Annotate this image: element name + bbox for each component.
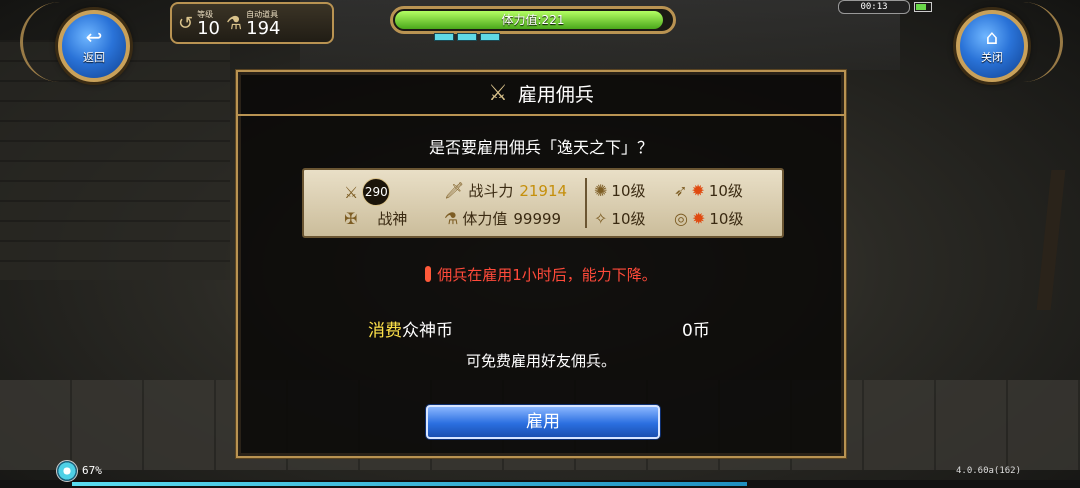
friend-note: 可免费雇用好友佣兵。 <box>465 352 616 370</box>
mercenary-icon: ⚔ <box>488 80 508 106</box>
hire-warning: 佣兵在雇用1小时后，能力下降。 <box>238 264 844 285</box>
burst-skill-icon: ✹ <box>691 209 706 228</box>
wing-skill-icon: ➶ <box>674 181 688 200</box>
sub-gauge-segment <box>457 33 477 41</box>
power-label: 战斗力 <box>468 182 514 200</box>
hp-row: ⚗ 体力值 99999 <box>444 208 561 229</box>
close-button-label: 关闭 <box>981 51 1003 64</box>
mercenary-level: 290 <box>362 178 391 206</box>
stamina-text: 体力值:221 <box>501 13 565 27</box>
warning-icon <box>425 266 432 282</box>
sword-icon: 🗡 <box>444 181 465 200</box>
cost-label: 消费众神币 <box>368 316 453 341</box>
mercenary-skills: ✺ 10级 ➶ ✹ 10级 ✧ 10级 ◎ ✹ 10级 <box>592 170 782 236</box>
mercenary-stats: ⚔ 290 ✠ 战神 🗡 战斗力 21914 ⚗ 体力值 99999 <box>304 170 584 236</box>
skill-item: ✧ 10级 <box>594 208 646 229</box>
hp-potion-icon: ⚗ <box>444 209 459 228</box>
skill-item: ✺ 10级 <box>594 180 646 201</box>
skill-item: ◎ ✹ 10级 <box>674 208 743 229</box>
dialog-title-bar: ⚔ 雇用佣兵 <box>238 72 844 116</box>
player-stats: ↺ 等级 10 ⚗ 自动道具 194 <box>170 2 334 44</box>
level-stat: ↺ 等级 10 <box>178 9 220 38</box>
class-weapon-icon: ⚔ <box>344 182 359 202</box>
hp-value: 99999 <box>513 209 562 228</box>
exp-fill <box>72 482 748 486</box>
mercenary-info-panel: ⚔ 290 ✠ 战神 🗡 战斗力 21914 ⚗ 体力值 99999 ✺ 10级 <box>302 168 784 238</box>
warning-text: 佣兵在雇用1小时后，能力下降。 <box>437 266 657 284</box>
back-button[interactable]: ↩ 返回 <box>58 10 130 82</box>
sub-gauge <box>434 33 500 41</box>
back-arrow-icon: ↩ <box>85 25 103 49</box>
sub-gauge-segment <box>434 33 454 41</box>
sparkle-skill-icon: ✧ <box>594 209 608 228</box>
progress-icon <box>56 460 78 482</box>
power-value: 21914 <box>519 181 568 200</box>
version-text: 4.0.60a(162) <box>956 466 1022 476</box>
class-row: ✠ 战神 <box>344 208 407 229</box>
back-button-label: 返回 <box>83 51 105 64</box>
wind-skill-icon: ✺ <box>594 181 608 200</box>
class-emblem-icon: ✠ <box>344 209 358 228</box>
cost-value: 0币 <box>682 321 710 341</box>
stamina-bar: 体力值:221 <box>390 6 676 34</box>
hp-label: 体力值 <box>462 210 508 228</box>
mercenary-class: 战神 <box>377 210 408 228</box>
background-post <box>1036 170 1066 310</box>
exp-bar <box>0 480 1080 488</box>
skill-level: 10级 <box>611 182 646 200</box>
items-value: 194 <box>246 17 281 39</box>
skill-level: 10级 <box>708 182 743 200</box>
progress-text: 67% <box>82 464 102 477</box>
hire-question: 是否要雇用佣兵「逸天之下」？ <box>428 138 653 157</box>
hire-button[interactable]: 雇用 <box>426 405 660 439</box>
items-stat: ⚗ 自动道具 194 <box>226 9 281 38</box>
close-button[interactable]: ⌂ 关闭 <box>956 10 1028 82</box>
info-divider <box>585 178 587 228</box>
power-row: 🗡 战斗力 21914 <box>444 180 567 201</box>
skill-item: ➶ ✹ 10级 <box>674 180 743 201</box>
clock: 00:13 <box>838 0 910 14</box>
potion-icon: ⚗ <box>226 12 243 34</box>
skill-level: 10级 <box>709 210 744 228</box>
swirl-skill-icon: ◎ <box>674 209 688 228</box>
cost-currency: 众神币 <box>402 321 453 341</box>
level-value: 10 <box>197 17 220 39</box>
level-row: ⚔ 290 <box>344 178 391 206</box>
home-icon: ⌂ <box>985 25 999 49</box>
dialog-title: 雇用佣兵 <box>517 83 594 106</box>
hire-mercenary-dialog: ⚔ 雇用佣兵 是否要雇用佣兵「逸天之下」？ ⚔ 290 ✠ 战神 🗡 战斗力 2… <box>236 70 846 458</box>
skill-level: 10级 <box>611 210 646 228</box>
level-icon: ↺ <box>178 12 194 34</box>
sub-gauge-segment <box>480 33 500 41</box>
burst-skill-icon: ✹ <box>691 181 705 200</box>
cost-highlight: 消费 <box>368 321 402 341</box>
